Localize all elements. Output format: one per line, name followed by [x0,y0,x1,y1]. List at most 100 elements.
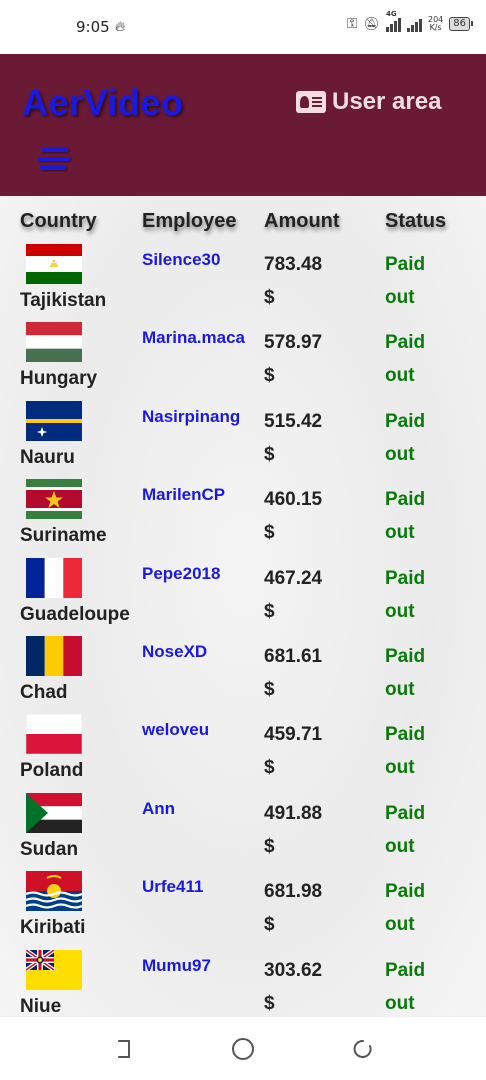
amount-cell: 515.42 $ [264,405,364,471]
status-text-line1: Paid [385,724,426,746]
recent-apps-icon[interactable] [351,1037,375,1061]
nauru-flag-icon [26,400,82,441]
amount-cell: 491.88 $ [264,797,364,863]
table-row: Sudan Ann 491.88 $ Paid out [0,789,486,867]
table-row: Guadeloupe Pepe2018 467.24 $ Paid out [0,554,486,632]
country-name: Suriname [20,525,107,547]
amount-value: 467.24 [264,567,323,589]
amount-cell: 460.15 $ [264,483,364,549]
status-paid-out: Paid out [385,248,445,314]
sudan-flag-icon [26,792,82,833]
status-text-line2: out [385,678,415,700]
column-header-status: Status [385,210,447,232]
country-name: Sudan [20,838,79,860]
status-text-line2: out [385,835,415,857]
network-type: 4G [385,10,397,18]
bell-muted-icon: 🔕︎ [363,16,380,32]
status-text-line1: Paid [385,881,426,903]
status-text-line2: out [385,992,415,1014]
status-paid-out: Paid out [385,875,445,941]
guadeloupe-flag-icon [26,557,82,598]
amount-currency: $ [264,443,275,465]
amount-value: 681.98 [264,881,323,903]
kiribati-flag-icon [26,871,82,912]
amount-currency: $ [264,287,275,308]
employee-link[interactable]: Silence30 [142,250,220,270]
table-row: Hungary Marina.maca 578.97 $ Paid out [0,318,486,396]
status-paid-out: Paid out [385,562,445,628]
column-header-employee: Employee [142,210,237,232]
table-header: Country Employee Amount Status [0,210,486,240]
table-body: Tajikistan Silence30 783.48 $ Paid out Hungary… [0,240,486,1016]
employee-link[interactable]: weloveu [142,720,209,740]
employee-link[interactable]: Marina.maca [142,328,245,348]
status-icons: ⚿ 🔕︎ 4G 204 K/s 86 [346,10,473,32]
amount-value: 681.61 [264,645,323,667]
employee-link[interactable]: Urfe411 [142,877,203,897]
amount-currency: $ [264,600,275,622]
status-text-line1: Paid [385,410,426,432]
column-header-country: Country [20,210,97,232]
user-area-label: User area [332,88,442,115]
user-area-button[interactable]: User area [296,88,441,116]
employee-link[interactable]: NoseXD [142,642,207,662]
amount-value: 515.42 [264,410,323,432]
status-paid-out: Paid out [385,326,445,392]
status-text-line2: out [385,914,415,936]
country-name: Niue [20,995,62,1016]
status-paid-out: Paid out [385,718,445,784]
chad-flag-icon [26,635,82,676]
country-name: Hungary [20,368,98,390]
status-text-line1: Paid [385,489,426,511]
flame-icon: 🔥︎ [115,18,126,34]
amount-cell: 467.24 $ [264,562,364,628]
hamburger-menu-icon[interactable] [38,148,72,178]
amount-value: 783.48 [264,254,323,275]
speed-unit: K/s [429,23,442,32]
amount-currency: $ [264,757,275,779]
home-icon[interactable] [231,1037,255,1061]
status-paid-out: Paid out [385,483,445,549]
app-header: AerVideo User area [0,54,486,196]
table-row: Tajikistan Silence30 783.48 $ Paid out [0,240,486,318]
status-text-line1: Paid [385,802,426,824]
status-text-line1: Paid [385,959,426,981]
signal-icon [406,16,422,32]
status-text-line2: out [385,287,415,308]
table-row: Kiribati Urfe411 681.98 $ Paid out [0,867,486,945]
hungary-flag-icon [26,322,82,363]
amount-cell: 681.98 $ [264,875,364,941]
key-icon: ⚿ [346,16,358,32]
country-name: Poland [20,760,84,782]
poland-flag-icon [26,714,82,755]
amount-value: 459.71 [264,724,323,746]
status-text-line1: Paid [385,332,426,354]
employee-link[interactable]: MarilenCP [142,485,225,505]
status-paid-out: Paid out [385,640,445,706]
amount-cell: 578.97 $ [264,326,364,392]
network-speed: 204 K/s [428,16,443,32]
amount-currency: $ [264,365,275,387]
amount-currency: $ [264,522,275,544]
employee-link[interactable]: Mumu97 [142,956,211,976]
country-name: Nauru [20,446,75,468]
amount-currency: $ [264,835,275,857]
back-icon[interactable] [111,1037,135,1061]
battery-icon: 86 [449,17,473,31]
status-text-line1: Paid [385,254,426,275]
amount-value: 460.15 [264,489,323,511]
status-paid-out: Paid out [385,405,445,471]
brand-logo[interactable]: AerVideo [22,82,183,124]
amount-currency: $ [264,992,275,1014]
status-time: 9:05 [76,18,110,36]
amount-cell: 303.62 $ [264,954,364,1016]
employee-link[interactable]: Pepe2018 [142,564,220,584]
table-row: Niue Mumu97 303.62 $ Paid out [0,946,486,1016]
status-text-line2: out [385,600,415,622]
amount-value: 491.88 [264,802,323,824]
battery-level: 86 [453,18,466,29]
employee-link[interactable]: Ann [142,799,175,819]
signal-4g-icon: 4G [385,10,401,32]
id-card-icon [296,91,326,113]
employee-link[interactable]: Nasirpinang [142,407,240,427]
